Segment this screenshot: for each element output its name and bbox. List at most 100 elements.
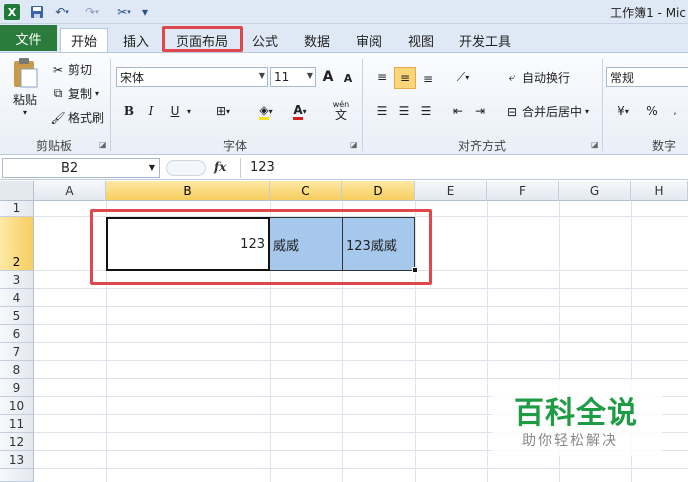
number-group-label: 数字 [651,139,676,153]
gridline [34,324,688,325]
merge-center-button[interactable]: ⊟ 合并后居中 ▾ [504,103,589,120]
wrap-text-button[interactable]: ⤶ 自动换行 [504,69,570,86]
ribbon-home: 粘贴 ▾ ✂ 剪切 ⧉ 复制 ▾ 🖌 格式刷 剪贴板 ◪ 宋体 ▼ 11 ▼ A A B I… [0,52,688,155]
column-header-a[interactable]: A [34,181,106,201]
customize-icon[interactable]: ▾ [138,3,152,21]
align-middle-button[interactable]: ≡ [394,67,416,89]
formula-bar-handle[interactable] [166,160,206,176]
decrease-indent-icon: ⇤ [452,104,464,118]
font-size-combo[interactable]: 11 ▼ [270,67,316,87]
cells-highlight-box [90,209,432,285]
insert-function-icon[interactable]: fx [214,160,226,174]
formula-input[interactable]: 123 [250,160,275,175]
comma-style-button[interactable]: , [664,101,686,121]
alignment-group-label: 对齐方式 [457,139,506,153]
tab-formulas[interactable]: 公式 [244,28,286,52]
font-size-value: 11 [274,70,290,84]
row-header-3[interactable]: 3 [0,271,34,289]
tab-review[interactable]: 审阅 [348,28,390,52]
redo-icon[interactable]: ↷ ▾ [80,3,104,21]
currency-button[interactable]: ¥ ▾ [608,101,638,121]
undo-icon[interactable]: ↶ ▾ [50,3,74,21]
increase-indent-button[interactable]: ⇥ [470,101,490,121]
decrease-indent-button[interactable]: ⇤ [448,101,468,121]
tab-developer[interactable]: 开发工具 [452,28,518,52]
row-header-8[interactable]: 8 [0,361,34,379]
formula-bar: B2 ▼ fx 123 [0,156,688,180]
clipboard-launcher-icon[interactable]: ◪ [99,140,107,149]
bold-button[interactable]: B [120,101,138,121]
number-format-combo[interactable]: 常规 [606,67,688,87]
fill-dropdown-icon: ▾ [268,106,273,116]
paste-dropdown-icon: ▾ [22,108,27,117]
name-box[interactable]: B2 ▼ [2,158,160,178]
copy-label: 复制 [68,87,93,101]
column-header-b[interactable]: B [106,181,270,201]
column-header-d[interactable]: D [342,181,415,201]
underline-dropdown-icon[interactable]: ▾ [184,101,194,121]
alignment-launcher-icon[interactable]: ◪ [591,140,599,149]
row-header-11[interactable]: 11 [0,415,34,433]
font-group-label: 字体 [222,139,247,153]
font-color-button[interactable]: A ▾ [286,101,314,121]
align-right-button[interactable]: ☰ [416,101,436,121]
phonetic-button[interactable]: wén 文 [326,97,356,123]
phonetic-char: 文 [334,108,347,122]
column-header-h[interactable]: H [631,181,688,201]
wrap-text-label: 自动换行 [522,71,571,85]
align-bottom-button[interactable]: ≡ [418,69,438,89]
select-all-corner[interactable] [0,181,34,201]
column-header-f[interactable]: F [487,181,559,201]
gridline [34,306,688,307]
row-header-6[interactable]: 6 [0,325,34,343]
row-header-12[interactable]: 12 [0,433,34,451]
shrink-font-button[interactable]: A [340,69,356,87]
row-header-2[interactable]: 2 [0,217,34,271]
fill-bucket-icon: ◈ [259,103,269,120]
merge-center-label: 合并后居中 [522,105,583,119]
row-header-1[interactable]: 1 [0,201,34,217]
row-header-13[interactable]: 13 [0,451,34,469]
grow-font-button[interactable]: A [320,67,336,87]
format-painter-button[interactable]: 🖌 格式刷 [50,109,104,126]
copy-dropdown-icon: ▾ [95,89,100,98]
italic-button[interactable]: I [142,101,160,121]
borders-button[interactable]: ⊞ ▾ [208,101,238,121]
font-name-combo[interactable]: 宋体 ▼ [116,67,268,87]
tab-data[interactable]: 数据 [296,28,338,52]
tools-icon[interactable]: ✂ ▾ [112,3,136,21]
tab-home[interactable]: 开始 [60,28,108,52]
row-header-5[interactable]: 5 [0,307,34,325]
chevron-down-icon: ▼ [258,71,265,80]
excel-logo-icon[interactable]: X [4,4,20,20]
tab-file[interactable]: 文件 [0,25,57,51]
orientation-dropdown-icon: ▾ [465,72,470,82]
column-header-g[interactable]: G [559,181,631,201]
align-left-button[interactable]: ☰ [372,101,392,121]
save-icon[interactable] [28,3,46,21]
row-header-7[interactable]: 7 [0,343,34,361]
fill-color-button[interactable]: ◈ ▾ [252,101,280,121]
column-header-e[interactable]: E [415,181,487,201]
brush-icon: 🖌 [50,110,66,125]
paste-button[interactable]: 粘贴 ▾ [8,57,42,117]
copy-button[interactable]: ⧉ 复制 ▾ [50,85,99,102]
underline-button[interactable]: U [166,101,184,121]
title-bar: X ↶ ▾ ↷ ▾ ✂ ▾ ▾ 工作簿1 - Mic [0,0,688,24]
number-format-value: 常规 [610,70,635,85]
cut-button[interactable]: ✂ 剪切 [50,61,92,78]
align-center-button[interactable]: ☰ [394,101,414,121]
row-header-14[interactable] [0,469,34,482]
row-header-4[interactable]: 4 [0,289,34,307]
align-bottom-icon: ≡ [422,72,434,86]
column-header-c[interactable]: C [270,181,342,201]
row-header-9[interactable]: 9 [0,379,34,397]
orientation-button[interactable]: ⟋ ▾ [448,67,478,87]
watermark-subtitle: 助你轻松解决 [522,433,618,449]
tab-insert[interactable]: 插入 [114,28,158,52]
tab-view[interactable]: 视图 [400,28,442,52]
font-launcher-icon[interactable]: ◪ [350,140,358,149]
row-header-10[interactable]: 10 [0,397,34,415]
align-top-button[interactable]: ≡ [372,67,392,87]
percent-button[interactable]: % [642,101,662,121]
